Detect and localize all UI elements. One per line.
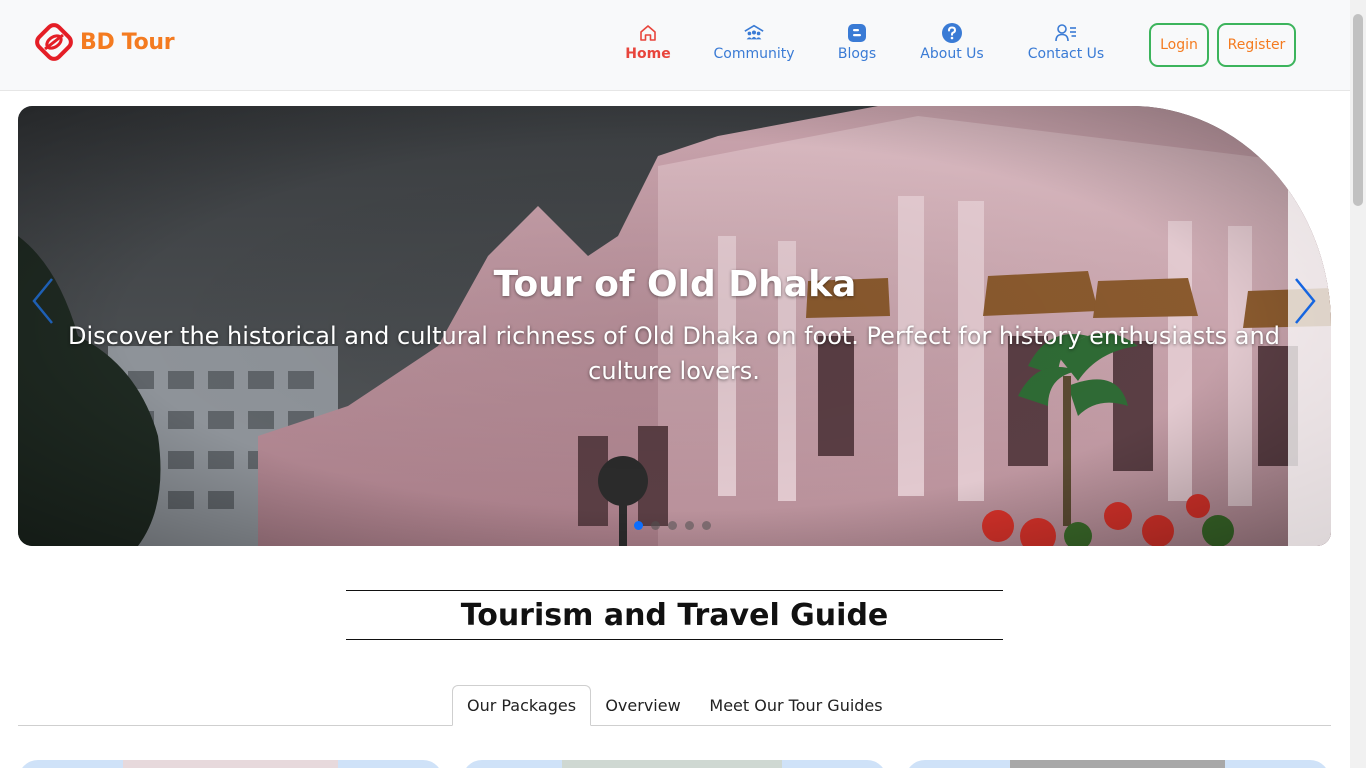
nav-blogs-label: Blogs	[837, 46, 877, 62]
nav-about-us[interactable]: About Us	[915, 22, 989, 70]
carousel-indicator-1[interactable]	[634, 521, 643, 530]
package-card-image	[562, 760, 782, 768]
community-icon	[743, 22, 765, 44]
page-scrollbar[interactable]	[1350, 0, 1366, 768]
nav-contact-label: Contact Us	[1027, 46, 1105, 62]
brand-logo-link[interactable]: BD Tour	[34, 22, 175, 62]
nav-blogs[interactable]: Blogs	[833, 22, 881, 70]
nav-contact-us[interactable]: Contact Us	[1023, 22, 1109, 70]
nav-about-label: About Us	[920, 46, 984, 62]
carousel-indicator-4[interactable]	[685, 521, 694, 530]
top-navbar: BD Tour Home Community Blogs About Us Co…	[0, 0, 1350, 91]
nav-community-label: Community	[713, 46, 795, 62]
register-button[interactable]: Register	[1217, 23, 1296, 67]
section-title-box: Tourism and Travel Guide	[346, 590, 1003, 640]
bd-tour-logo-icon	[35, 23, 73, 61]
package-card-image	[1010, 760, 1225, 768]
hero-description: Discover the historical and cultural ric…	[68, 322, 1280, 385]
hero-title: Tour of Old Dhaka	[493, 264, 857, 305]
section-title: Tourism and Travel Guide	[460, 597, 889, 633]
tab-our-packages[interactable]: Our Packages	[452, 685, 591, 726]
login-button[interactable]: Login	[1149, 23, 1209, 67]
nav-home-label: Home	[625, 46, 671, 62]
carousel-prev-button[interactable]	[28, 275, 58, 327]
package-card[interactable]	[905, 760, 1330, 768]
contact-person-icon	[1055, 22, 1077, 44]
chevron-left-icon	[32, 278, 53, 324]
carousel-indicator-3[interactable]	[668, 521, 677, 530]
carousel-indicators	[634, 521, 711, 530]
question-circle-icon	[941, 22, 963, 44]
carousel-indicator-5[interactable]	[702, 521, 711, 530]
carousel-next-button[interactable]	[1290, 275, 1320, 327]
tab-overview[interactable]: Overview	[597, 685, 689, 726]
chevron-right-icon	[1295, 278, 1316, 324]
scrollbar-thumb[interactable]	[1353, 14, 1363, 206]
package-card[interactable]	[462, 760, 887, 768]
blogger-icon	[846, 22, 868, 44]
brand-name: BD Tour	[80, 29, 175, 55]
home-icon	[637, 22, 659, 44]
tab-meet-our-tour-guides[interactable]: Meet Our Tour Guides	[701, 685, 891, 726]
carousel-indicator-2[interactable]	[651, 521, 660, 530]
package-card[interactable]	[18, 760, 443, 768]
nav-community[interactable]: Community	[708, 22, 800, 70]
package-card-image	[123, 760, 338, 768]
nav-home[interactable]: Home	[622, 22, 674, 70]
